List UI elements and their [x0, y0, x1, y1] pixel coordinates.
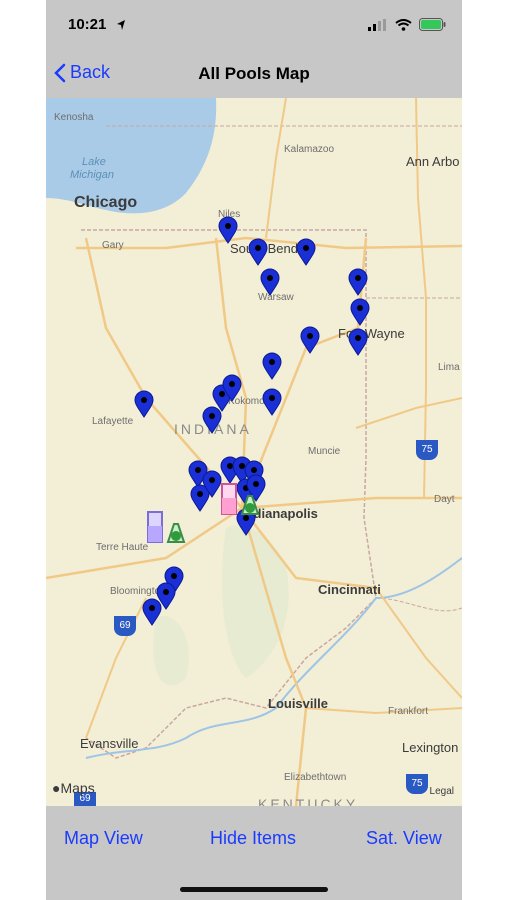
maps-attribution: ●Maps [52, 780, 95, 796]
legal-link[interactable]: Legal [430, 786, 454, 797]
map-pin-icon[interactable] [296, 238, 316, 266]
status-bar: 10:21 [46, 0, 462, 50]
map-pin-icon[interactable] [350, 298, 370, 326]
label-cincinnati: Cincinnati [318, 582, 381, 597]
highway-shield: 75 [416, 440, 438, 460]
cellular-signal-icon [368, 18, 386, 31]
label-kentucky: KENTUCKY [258, 796, 359, 806]
label-dayton: Dayt [434, 494, 455, 505]
label-terre-haute: Terre Haute [96, 542, 149, 553]
pool-chemistry-icon[interactable] [144, 506, 186, 546]
label-lafayette: Lafayette [92, 416, 134, 427]
label-michigan: Michigan [70, 169, 115, 181]
label-chicago: Chicago [74, 194, 138, 211]
phone-screen: 10:21 Back All Pools Map Kenosha Kalamaz… [46, 0, 462, 900]
label-muncie: Muncie [308, 446, 341, 457]
map-pin-icon[interactable] [218, 216, 238, 244]
label-lake: Lake [82, 156, 106, 168]
map-pin-icon[interactable] [222, 374, 242, 402]
navigation-bar: Back All Pools Map [46, 50, 462, 98]
map-view[interactable]: Kenosha Kalamazoo Ann Arbo Lake Michigan… [46, 98, 462, 806]
battery-icon [419, 18, 446, 31]
satellite-view-button[interactable]: Sat. View [366, 828, 442, 849]
map-pin-icon[interactable] [262, 352, 282, 380]
home-indicator [180, 887, 328, 892]
label-lexington: Lexington [402, 740, 459, 755]
label-gary: Gary [102, 240, 124, 251]
status-time: 10:21 [68, 16, 107, 33]
label-evansville: Evansville [80, 736, 139, 751]
label-frankfort: Frankfort [388, 706, 429, 717]
wifi-icon [395, 18, 412, 31]
map-pin-icon[interactable] [202, 406, 222, 434]
map-view-button[interactable]: Map View [64, 828, 143, 849]
location-arrow-icon [116, 18, 126, 36]
map-pin-icon[interactable] [348, 328, 368, 356]
label-ann-arbor: Ann Arbo [406, 154, 460, 169]
map-pin-icon[interactable] [142, 598, 162, 626]
hide-items-button[interactable]: Hide Items [210, 828, 296, 849]
map-pin-icon[interactable] [300, 326, 320, 354]
bottom-toolbar: Map View Hide Items Sat. View [46, 806, 462, 900]
highway-shield: 69 [114, 616, 136, 636]
map-pin-icon[interactable] [262, 388, 282, 416]
label-lima: Lima [438, 362, 460, 373]
label-kalamazoo: Kalamazoo [284, 144, 335, 155]
status-icons [368, 18, 446, 31]
label-kenosha: Kenosha [54, 112, 94, 123]
highway-shield: 75 [406, 774, 428, 794]
label-elizabethtown: Elizabethtown [284, 772, 347, 783]
map-pin-icon[interactable] [260, 268, 280, 296]
map-pin-icon[interactable] [134, 390, 154, 418]
label-louisville: Louisville [268, 696, 328, 711]
map-pin-icon[interactable] [248, 238, 268, 266]
map-pin-icon[interactable] [348, 268, 368, 296]
pool-chemistry-icon[interactable] [218, 478, 260, 518]
page-title: All Pools Map [198, 64, 310, 83]
